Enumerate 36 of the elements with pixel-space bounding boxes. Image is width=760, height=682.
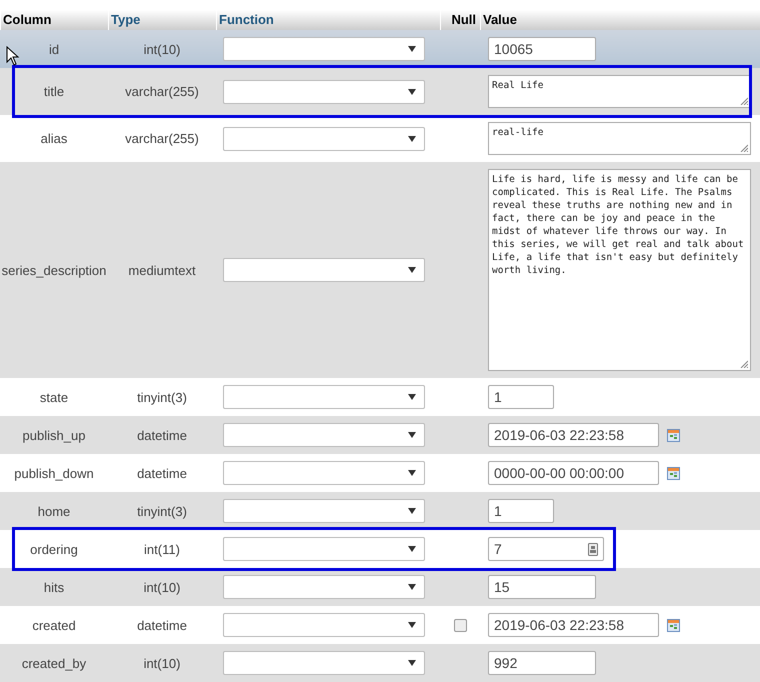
column-name: ordering xyxy=(30,542,78,556)
text-area[interactable]: Real Life xyxy=(488,75,751,108)
number-field[interactable]: 7 xyxy=(488,537,604,561)
column-name: publish_up xyxy=(22,428,86,442)
column-type: int(11) xyxy=(144,542,180,556)
column-name: created xyxy=(32,618,76,632)
date-field[interactable]: 2019-06-03 22:23:58 xyxy=(488,423,659,447)
date-field[interactable]: 2019-06-03 22:23:58 xyxy=(488,613,659,637)
column-name: id xyxy=(48,42,60,56)
date-field[interactable]: 0000-00-00 00:00:00 xyxy=(488,461,659,485)
column-type: int(10) xyxy=(144,656,180,670)
column-name: hits xyxy=(44,580,64,594)
column-name: alias xyxy=(40,131,68,146)
input-field[interactable]: 1 xyxy=(488,499,554,523)
input-field[interactable]: 10065 xyxy=(488,37,596,61)
column-name: title xyxy=(44,84,64,99)
column-type: tinyint(3) xyxy=(137,390,187,404)
input-field[interactable]: 1 xyxy=(488,385,554,409)
column-type: int(10) xyxy=(144,42,180,56)
column-type: varchar(255) xyxy=(125,84,199,99)
column-type: tinyint(3) xyxy=(137,504,187,518)
text-area[interactable]: Life is hard, life is messy and life can be complicated. This is Real Life. The Psalms reveal these truths are nothing new and in fact, there can be joy and peace in the midst of whatever life throws our way. In this series, we will get real and talk about Life, a life that isn't easy but definitely worth living. xyxy=(488,169,751,371)
text-area[interactable]: real-life xyxy=(488,122,751,155)
column-type: mediumtext xyxy=(128,262,196,278)
column-name: created_by xyxy=(22,656,86,670)
column-type: datetime xyxy=(137,466,187,480)
column-type: datetime xyxy=(137,428,187,442)
column-name: publish_down xyxy=(14,466,94,480)
column-type: int(10) xyxy=(144,580,180,594)
column-name: series_description xyxy=(2,262,106,278)
input-field[interactable]: 992 xyxy=(488,651,596,675)
column-type: datetime xyxy=(137,618,187,632)
column-type: varchar(255) xyxy=(125,131,199,146)
column-name: state xyxy=(40,390,68,404)
input-field[interactable]: 15 xyxy=(488,575,596,599)
column-name: home xyxy=(38,504,70,518)
